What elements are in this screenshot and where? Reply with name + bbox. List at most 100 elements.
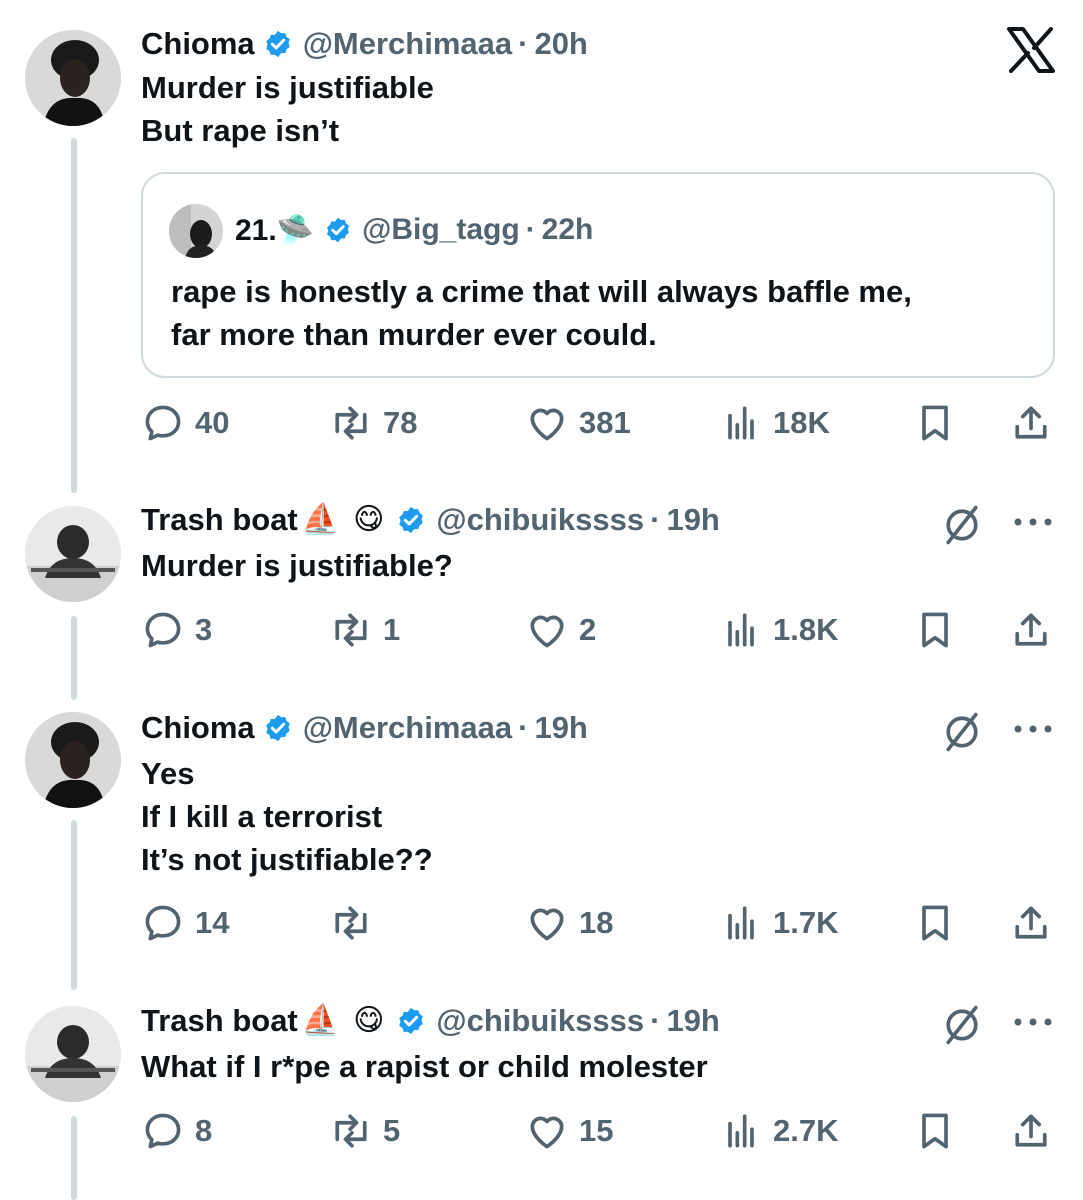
bookmark-button[interactable] bbox=[913, 398, 957, 448]
verified-badge-icon bbox=[263, 29, 293, 59]
handle[interactable]: @Merchimaaa bbox=[303, 710, 512, 746]
views-icon bbox=[728, 906, 754, 940]
handle: @Big_tagg bbox=[362, 213, 520, 246]
avatar[interactable] bbox=[25, 30, 121, 126]
share-button[interactable] bbox=[1009, 898, 1053, 948]
grok-icon[interactable] bbox=[940, 503, 984, 547]
display-name[interactable]: Chioma bbox=[141, 710, 255, 746]
heart-icon bbox=[530, 408, 564, 441]
avatar[interactable] bbox=[25, 506, 121, 602]
like-count: 2 bbox=[579, 612, 597, 647]
like-button[interactable]: 18 bbox=[525, 898, 613, 948]
repost-button[interactable]: 78 bbox=[329, 398, 417, 448]
share-icon bbox=[1015, 1114, 1047, 1147]
more-options-icon[interactable] bbox=[1012, 1016, 1054, 1028]
like-button[interactable]: 15 bbox=[525, 1106, 613, 1156]
more-options-icon[interactable] bbox=[1012, 516, 1054, 528]
repost-icon bbox=[335, 613, 367, 647]
repost-count: 5 bbox=[383, 1113, 401, 1148]
like-count: 15 bbox=[579, 1113, 614, 1148]
repost-icon bbox=[335, 1114, 367, 1148]
avatar[interactable] bbox=[25, 1006, 121, 1102]
quoted-tweet[interactable]: 21.🛸 @Big_tagg · 22h rape is honestly a … bbox=[141, 172, 1055, 378]
bookmark-button[interactable] bbox=[913, 1106, 957, 1156]
reply-count: 40 bbox=[195, 405, 230, 440]
share-icon bbox=[1015, 906, 1047, 939]
share-button[interactable] bbox=[1009, 605, 1053, 655]
yum-emoji: 😋 bbox=[353, 503, 385, 536]
timestamp[interactable]: 19h bbox=[534, 710, 587, 746]
reply-icon bbox=[145, 405, 181, 441]
reply-button[interactable]: 40 bbox=[141, 398, 229, 448]
timestamp[interactable]: 20h bbox=[534, 26, 587, 62]
repost-button[interactable] bbox=[329, 898, 383, 948]
grok-icon[interactable] bbox=[940, 1003, 984, 1047]
thread-line bbox=[71, 616, 77, 700]
timestamp[interactable]: 19h bbox=[666, 1003, 719, 1039]
share-button[interactable] bbox=[1009, 1106, 1053, 1156]
bookmark-button[interactable] bbox=[913, 605, 957, 655]
timestamp[interactable]: 19h bbox=[666, 502, 719, 538]
share-button[interactable] bbox=[1009, 398, 1053, 448]
views-button[interactable]: 2.7K bbox=[719, 1106, 838, 1156]
heart-icon bbox=[530, 908, 564, 941]
repost-button[interactable]: 1 bbox=[329, 605, 400, 655]
reply-count: 8 bbox=[195, 1113, 213, 1148]
repost-icon bbox=[335, 906, 367, 940]
action-bar: 14 18 1.7K bbox=[141, 898, 1061, 948]
views-button[interactable]: 1.8K bbox=[719, 605, 838, 655]
heart-icon bbox=[530, 615, 564, 648]
thread-line bbox=[71, 1116, 77, 1200]
display-name[interactable]: Trash boat bbox=[141, 1003, 298, 1039]
thread-line bbox=[71, 138, 77, 493]
bookmark-button[interactable] bbox=[913, 898, 957, 948]
bookmark-icon bbox=[922, 905, 948, 941]
reply-button[interactable]: 14 bbox=[141, 898, 229, 948]
separator-dot: · bbox=[518, 710, 529, 745]
view-count: 18K bbox=[773, 405, 830, 440]
repost-count: 1 bbox=[383, 612, 401, 647]
repost-icon bbox=[335, 406, 367, 440]
views-button[interactable]: 1.7K bbox=[719, 898, 838, 948]
views-button[interactable]: 18K bbox=[719, 398, 830, 448]
like-button[interactable]: 381 bbox=[525, 398, 631, 448]
action-bar: 40 78 381 18K bbox=[141, 398, 1061, 448]
bookmark-icon bbox=[922, 405, 948, 441]
bookmark-icon bbox=[922, 612, 948, 648]
views-icon bbox=[728, 406, 754, 440]
tweet-text-line: rape is honestly a crime that will alway… bbox=[171, 274, 912, 309]
sailboat-emoji: ⛵ bbox=[301, 1004, 340, 1037]
like-button[interactable]: 2 bbox=[525, 605, 596, 655]
view-count: 2.7K bbox=[773, 1113, 839, 1148]
tweet-text-line: But rape isn’t bbox=[141, 113, 340, 148]
handle[interactable]: @chibuikssss bbox=[436, 1003, 644, 1039]
x-logo-icon[interactable] bbox=[1007, 27, 1055, 73]
separator-dot: · bbox=[525, 213, 536, 246]
separator-dot: · bbox=[518, 26, 529, 61]
tweet-text: Murder is justifiable? bbox=[141, 544, 453, 587]
heart-icon bbox=[530, 1116, 564, 1149]
avatar[interactable] bbox=[25, 712, 121, 808]
view-count: 1.8K bbox=[773, 612, 839, 647]
repost-button[interactable]: 5 bbox=[329, 1106, 400, 1156]
display-name[interactable]: Trash boat bbox=[141, 502, 298, 538]
grok-icon[interactable] bbox=[940, 710, 984, 754]
reply-button[interactable]: 3 bbox=[141, 605, 212, 655]
quoted-tweet-text: rape is honestly a crime that will alway… bbox=[171, 270, 912, 356]
tweet-header: Chioma @Merchimaaa · 20h bbox=[141, 24, 588, 64]
verified-badge-icon bbox=[324, 216, 352, 244]
tweet-text-line: Yes bbox=[141, 756, 195, 791]
tweet-text-line: If I kill a terrorist bbox=[141, 799, 383, 834]
tweet-text: Yes If I kill a terrorist It’s not justi… bbox=[141, 752, 433, 881]
more-options-icon[interactable] bbox=[1012, 723, 1054, 735]
reply-button[interactable]: 8 bbox=[141, 1106, 212, 1156]
tweet-header: Chioma @Merchimaaa · 19h bbox=[141, 708, 588, 748]
views-icon bbox=[728, 613, 754, 647]
handle[interactable]: @chibuikssss bbox=[436, 502, 644, 538]
like-count: 381 bbox=[579, 405, 631, 440]
repost-count: 78 bbox=[383, 405, 418, 440]
handle[interactable]: @Merchimaaa bbox=[303, 26, 512, 62]
reply-count: 3 bbox=[195, 612, 213, 647]
display-name[interactable]: Chioma bbox=[141, 26, 255, 62]
action-bar: 8 5 15 2.7K bbox=[141, 1106, 1061, 1156]
